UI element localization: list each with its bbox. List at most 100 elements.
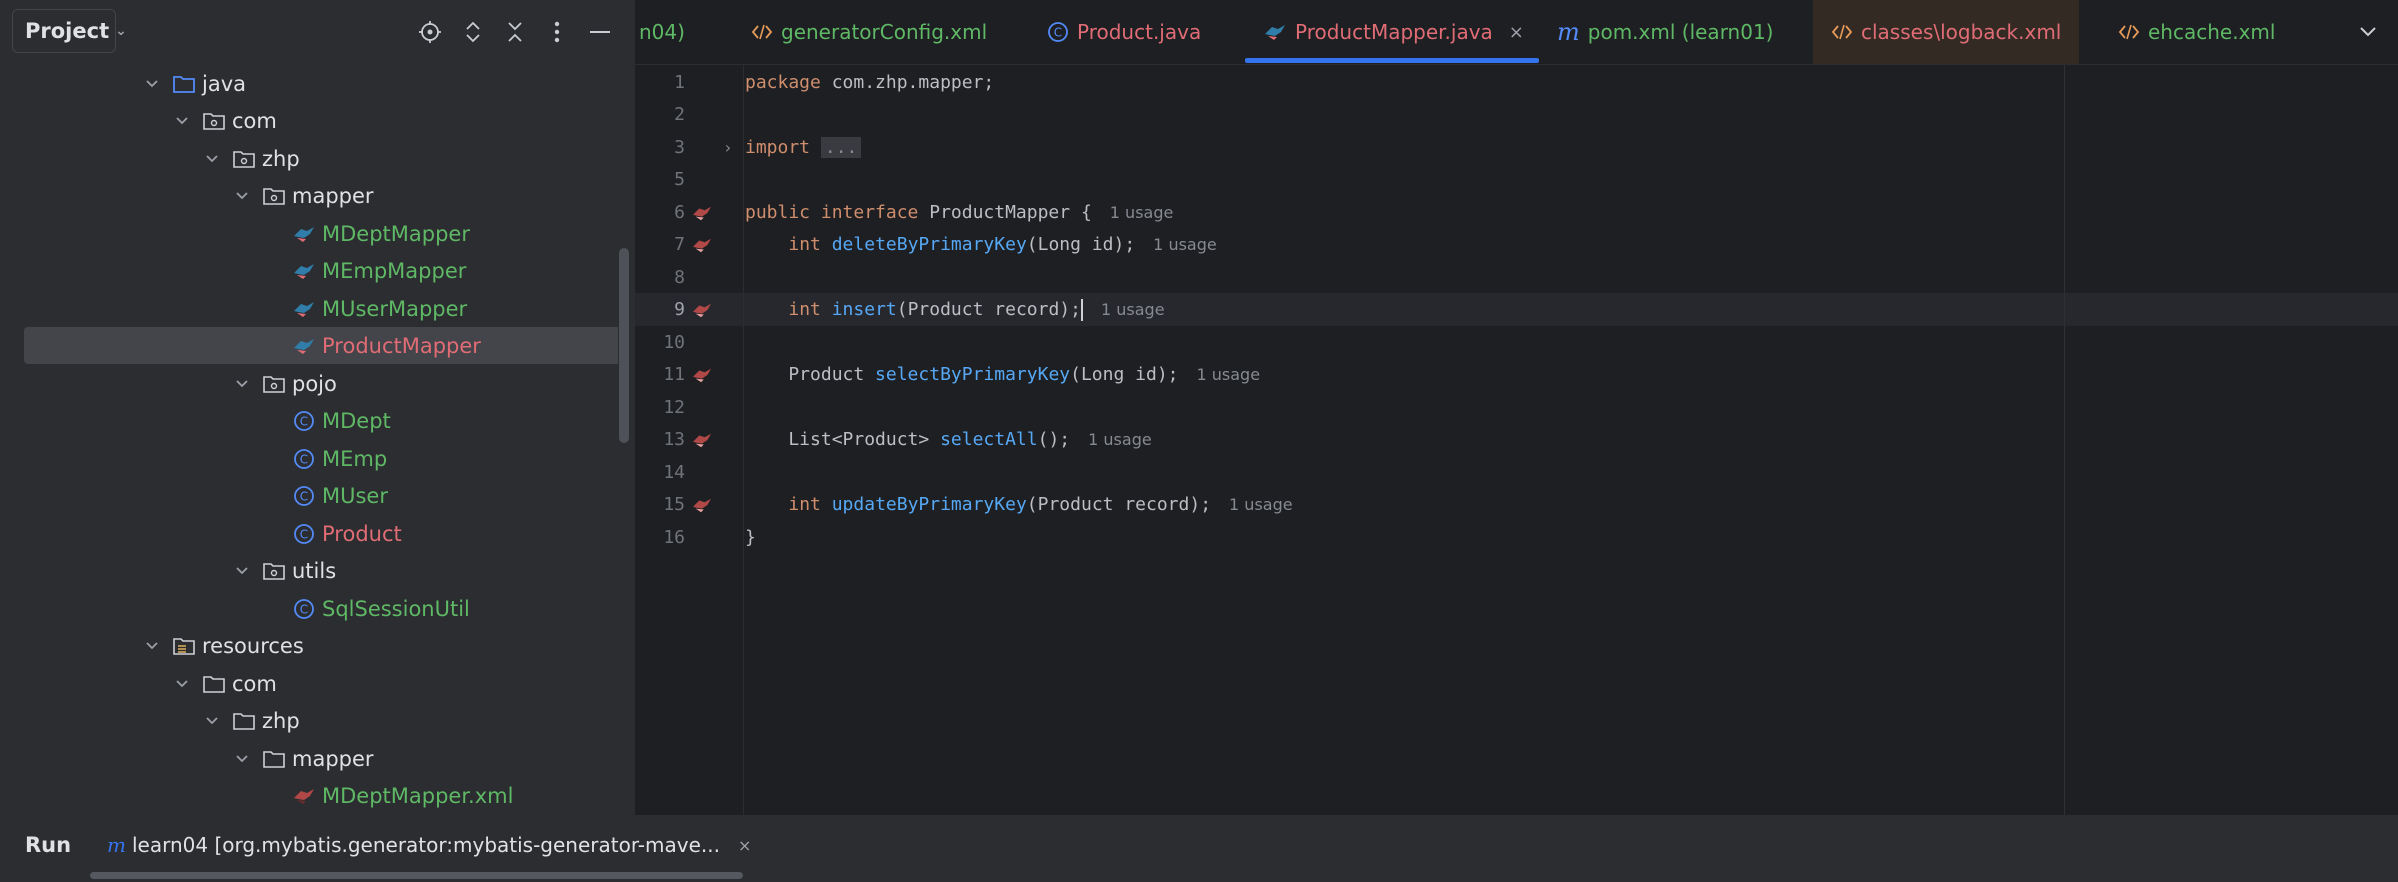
tab-generatorconfig[interactable]: generatorConfig.xml — [751, 0, 987, 64]
code-text: int deleteByPrimaryKey(Long id); 1 usage — [788, 234, 1217, 255]
chevron-down-icon — [2360, 27, 2376, 37]
usage-hint[interactable]: 1 usage — [1153, 235, 1217, 254]
minimize-icon[interactable] — [586, 18, 614, 46]
code-line: 14 — [635, 456, 2398, 489]
tree-item-utils[interactable]: utils — [24, 552, 618, 589]
chevron-down-icon[interactable] — [142, 636, 162, 656]
run-config-tab[interactable]: m learn04 [org.mybatis.generator:mybatis… — [107, 833, 751, 857]
fold-expand-icon[interactable]: › — [723, 138, 733, 157]
chevron-down-icon[interactable] — [172, 674, 192, 694]
chevron-down-icon[interactable] — [202, 149, 222, 169]
package-icon — [262, 184, 286, 208]
usage-hint[interactable]: 1 usage — [1229, 495, 1293, 514]
chevron-down-icon[interactable] — [232, 186, 252, 206]
tree-item-label: zhp — [262, 708, 300, 733]
run-tab-label: learn04 [org.mybatis.generator:mybatis-g… — [131, 833, 720, 857]
tree-item-mapper-resources[interactable]: mapper — [24, 740, 618, 777]
tree-item-mdeptmapper-xml[interactable]: MDeptMapper.xml — [24, 777, 618, 814]
collapsed-imports[interactable]: ... — [820, 137, 862, 158]
tree-item-mapper[interactable]: mapper — [24, 177, 618, 214]
maven-icon: m — [107, 833, 126, 857]
svg-text:C: C — [300, 602, 308, 616]
collapse-all-icon[interactable] — [501, 18, 529, 46]
tree-item-label: MEmp — [322, 446, 388, 471]
tree-item-zhp[interactable]: zhp — [24, 140, 618, 177]
tree-item-muser[interactable]: C MUser — [24, 477, 618, 514]
package-icon — [232, 147, 256, 171]
code-text: int insert(Product record); 1 usage — [788, 298, 1165, 321]
chevron-down-icon[interactable] — [232, 561, 252, 581]
mybatis-gutter-icon[interactable] — [691, 366, 713, 384]
tree-item-memp[interactable]: C MEmp — [24, 440, 618, 477]
maven-icon: m — [1557, 18, 1580, 46]
class-icon: C — [292, 447, 316, 471]
mybatis-gutter-icon[interactable] — [691, 236, 713, 254]
project-panel: Project ⌄ java com zhp mapper MDeptMappe… — [0, 0, 635, 815]
tree-item-com-resources[interactable]: com — [24, 665, 618, 702]
tree-item-product[interactable]: C Product — [24, 515, 618, 552]
svg-text:C: C — [300, 452, 308, 466]
tree-item-com[interactable]: com — [24, 102, 618, 139]
tree-item-mdept[interactable]: C MDept — [24, 402, 618, 439]
tree-item-java[interactable]: java — [24, 65, 618, 102]
usage-hint[interactable]: 1 usage — [1088, 430, 1152, 449]
run-tool-window-bar: Run m learn04 [org.mybatis.generator:myb… — [0, 815, 2398, 882]
tab-product-java[interactable]: C Product.java — [1047, 0, 1201, 64]
tab-logback-xml[interactable]: classes\logback.xml — [1813, 0, 2080, 64]
tab-ehcache-xml[interactable]: ehcache.xml — [2118, 0, 2275, 64]
tab-pom-xml[interactable]: m pom.xml (learn01) — [1557, 0, 1774, 64]
line-number: 11 — [663, 364, 685, 385]
xml-icon — [2118, 23, 2140, 41]
tree-item-label: Product — [322, 521, 402, 546]
mybatis-gutter-icon[interactable] — [691, 431, 713, 449]
tab-label: classes\logback.xml — [1861, 20, 2062, 44]
more-options-icon[interactable] — [543, 18, 571, 46]
line-number: 14 — [663, 462, 685, 483]
line-number: 3 — [674, 137, 685, 158]
close-icon[interactable]: × — [738, 836, 751, 855]
chevron-down-icon[interactable] — [232, 749, 252, 769]
project-tree: java com zhp mapper MDeptMapper MEmpMapp… — [0, 64, 618, 814]
code-line: 8 — [635, 261, 2398, 294]
class-icon: C — [292, 597, 316, 621]
usage-hint[interactable]: 1 usage — [1101, 300, 1165, 319]
tab-productmapper-java[interactable]: ProductMapper.java × — [1263, 0, 1524, 64]
tree-item-label: utils — [292, 558, 337, 583]
code-editor[interactable]: 1 package com.zhp.mapper; 2 3 › import .… — [635, 65, 2398, 815]
tab-list-dropdown[interactable] — [2359, 0, 2377, 64]
close-icon[interactable]: × — [1509, 22, 1524, 43]
tree-item-pojo[interactable]: pojo — [24, 365, 618, 402]
tree-item-musermapper[interactable]: MUserMapper — [24, 290, 618, 327]
tree-item-sqlsessionutil[interactable]: C SqlSessionUtil — [24, 590, 618, 627]
tab-label: pom.xml (learn01) — [1587, 20, 1774, 44]
chevron-down-icon[interactable] — [172, 111, 192, 131]
horizontal-scrollbar[interactable] — [90, 872, 743, 879]
chevron-down-icon[interactable] — [232, 374, 252, 394]
locate-icon[interactable] — [416, 18, 444, 46]
chevron-down-icon[interactable] — [202, 711, 222, 731]
run-title[interactable]: Run — [25, 833, 71, 857]
code-line: 15 int updateByPrimaryKey(Product record… — [635, 488, 2398, 521]
tree-item-mempmapper[interactable]: MEmpMapper — [24, 252, 618, 289]
usage-hint[interactable]: 1 usage — [1110, 203, 1174, 222]
tree-item-productmapper[interactable]: ProductMapper — [24, 327, 618, 364]
mybatis-gutter-icon[interactable] — [691, 301, 713, 319]
tab-learn04-truncated[interactable]: n04) — [639, 0, 685, 64]
project-view-selector[interactable]: Project ⌄ — [12, 9, 127, 53]
usage-hint[interactable]: 1 usage — [1197, 365, 1261, 384]
chevron-down-icon[interactable] — [142, 74, 162, 94]
line-number: 16 — [663, 527, 685, 548]
code-line: 5 — [635, 163, 2398, 196]
tab-label: generatorConfig.xml — [781, 20, 988, 44]
mybatis-gutter-icon[interactable] — [691, 496, 713, 514]
expand-all-icon[interactable] — [459, 18, 487, 46]
tree-item-resources[interactable]: resources — [24, 627, 618, 664]
tree-item-zhp-resources[interactable]: zhp — [24, 702, 618, 739]
tab-label: Product.java — [1077, 20, 1202, 44]
package-icon — [202, 109, 226, 133]
mybatis-gutter-icon[interactable] — [691, 204, 713, 222]
tree-scrollbar[interactable] — [619, 248, 629, 443]
tree-item-mdeptmapper[interactable]: MDeptMapper — [24, 215, 618, 252]
svg-text:C: C — [300, 489, 308, 503]
code-line: 11 Product selectByPrimaryKey(Long id); 1… — [635, 358, 2398, 391]
